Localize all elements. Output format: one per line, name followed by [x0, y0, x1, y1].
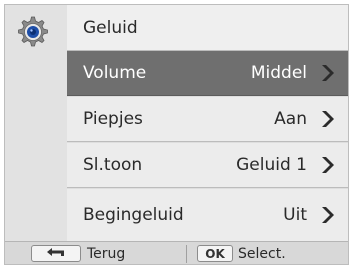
gear-icon[interactable]	[16, 15, 50, 49]
menu-title: Geluid	[83, 17, 138, 38]
menu-item-label: Piepjes	[83, 109, 143, 129]
footer-divider	[186, 245, 187, 263]
chevron-right-icon	[317, 63, 337, 83]
menu-item-label: Sl.toon	[83, 155, 143, 175]
menu-item-value: Uit	[283, 205, 307, 225]
return-arrow-icon	[45, 244, 67, 263]
chevron-right-icon	[317, 155, 337, 175]
menu-item-volume[interactable]: Volume Middel	[67, 51, 348, 96]
select-label: Select.	[238, 245, 286, 262]
back-button[interactable]	[31, 245, 81, 262]
menu-item-label: Begingeluid	[83, 205, 184, 225]
menu-item-begingeluid[interactable]: Begingeluid Uit	[67, 189, 348, 241]
chevron-right-icon	[317, 109, 337, 129]
menu-item-label: Volume	[83, 63, 147, 83]
settings-panel: Geluid Volume Middel Piepjes Aan Sl.toon…	[4, 4, 349, 265]
category-column	[5, 5, 67, 241]
menu-item-value: Geluid 1	[236, 155, 307, 175]
chevron-right-icon	[317, 205, 337, 225]
menu-item-value: Aan	[274, 109, 307, 129]
menu-title-row: Geluid	[67, 5, 348, 51]
menu-item-value: Middel	[250, 63, 307, 83]
back-label: Terug	[87, 245, 126, 262]
menu-item-sluitertoon[interactable]: Sl.toon Geluid 1	[67, 143, 348, 188]
menu-item-piepjes[interactable]: Piepjes Aan	[67, 97, 348, 142]
button-hint-bar: Terug OK Select.	[5, 241, 348, 264]
ok-button[interactable]: OK	[197, 245, 233, 262]
